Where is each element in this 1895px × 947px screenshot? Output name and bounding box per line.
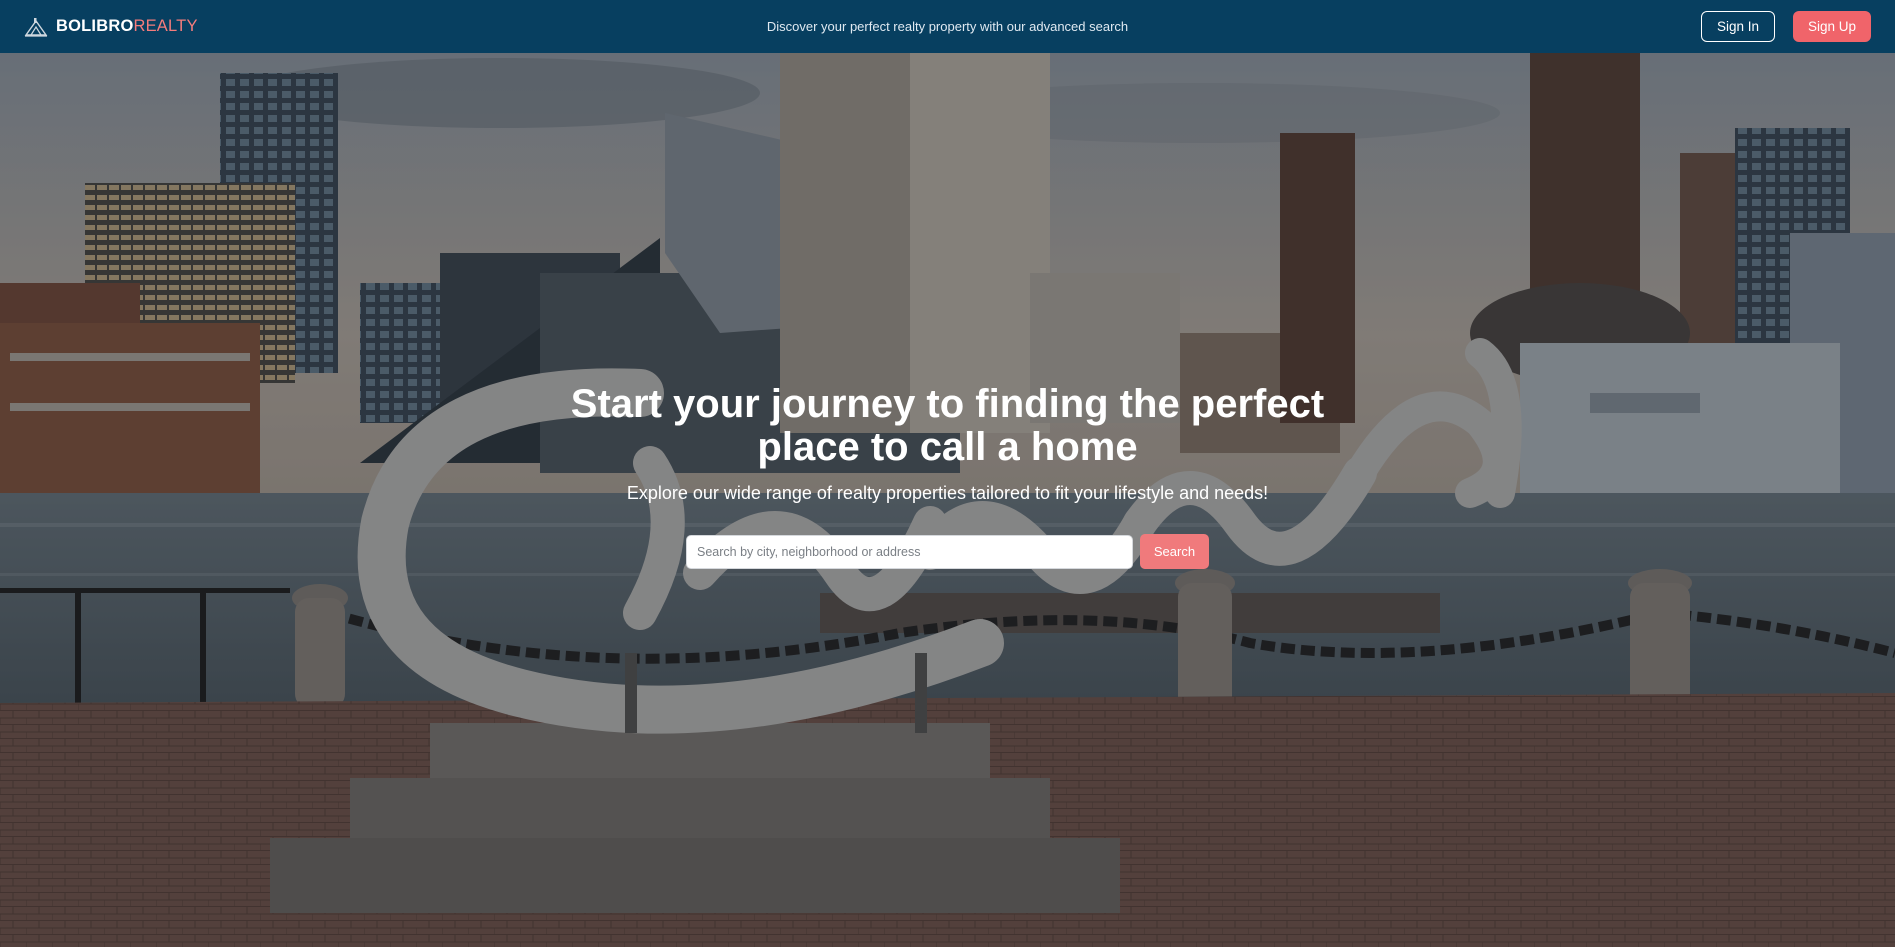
top-navbar: BOLIBROREALTY Discover your perfect real…: [0, 0, 1895, 53]
sign-in-button[interactable]: Sign In: [1700, 11, 1775, 42]
brand-name-secondary: REALTY: [133, 17, 198, 35]
search-button[interactable]: Search: [1140, 534, 1209, 569]
sign-up-button[interactable]: Sign Up: [1792, 11, 1871, 42]
brand-name: BOLIBROREALTY: [56, 17, 198, 36]
brand-name-primary: BOLIBRO: [56, 17, 134, 35]
house-logo-icon: [24, 17, 48, 37]
hero-section: Start your journey to finding the perfec…: [0, 53, 1895, 947]
brand-link[interactable]: BOLIBROREALTY: [24, 0, 198, 53]
search-input[interactable]: [686, 534, 1133, 569]
auth-actions: Sign In Sign Up: [1700, 11, 1871, 42]
hero-subtitle: Explore our wide range of realty propert…: [626, 483, 1269, 503]
header-tagline: Discover your perfect realty property wi…: [766, 19, 1129, 34]
hero-title: Start your journey to finding the perfec…: [570, 382, 1325, 469]
hero-content: Start your journey to finding the perfec…: [0, 383, 1895, 505]
search-bar: Search: [686, 534, 1209, 569]
